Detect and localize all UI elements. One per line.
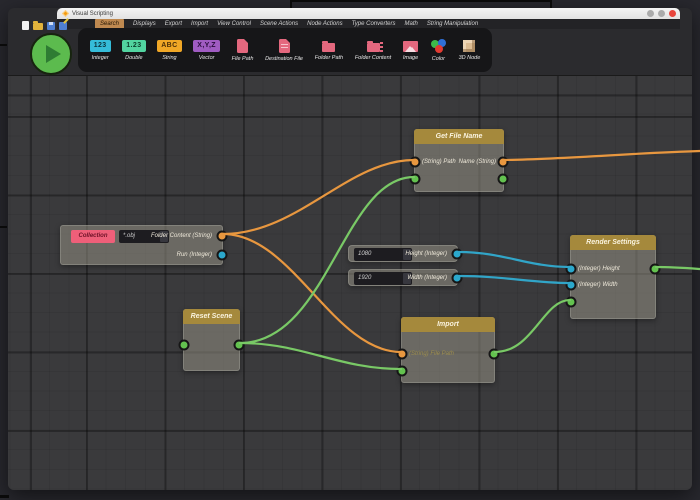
- port-label-folder-content: Folder Content (String): [150, 233, 212, 239]
- port-out-flow[interactable]: [488, 348, 500, 360]
- folder-content-icon: [366, 40, 383, 52]
- toolbar-item-folder-content[interactable]: Folder Content: [355, 40, 391, 61]
- collection-button[interactable]: Collection: [71, 230, 115, 243]
- window-title: Visual Scripting: [72, 10, 113, 17]
- image-icon: [403, 41, 419, 52]
- integer-badge-icon: 123: [89, 39, 111, 52]
- node-import[interactable]: Import (String) File Path: [396, 317, 500, 383]
- vector-badge-icon: X,Y,Z: [193, 39, 220, 52]
- toolbar-label: Double: [125, 54, 143, 61]
- close-dot[interactable]: [669, 10, 676, 17]
- minimize-dot[interactable]: [647, 10, 654, 17]
- toolbar-label: Folder Content: [354, 54, 392, 61]
- toolbar-item-folder-path[interactable]: Folder Path: [315, 40, 343, 61]
- port-out-folder-content[interactable]: [216, 230, 228, 242]
- toolbar-label: Integer: [91, 54, 109, 61]
- port-out-flow[interactable]: [497, 173, 509, 185]
- port-in-flow[interactable]: [396, 365, 408, 377]
- port-label-string-path: (String) Path: [422, 159, 456, 165]
- play-icon: [46, 45, 61, 63]
- width-value-input[interactable]: 1920: [354, 272, 412, 285]
- guide-mark-top: [290, 0, 552, 8]
- guide-mark-bottom: [0, 495, 9, 498]
- node-type-toolbar: 123 Integer 1.23 Double ABC String X,Y,Z…: [78, 28, 492, 72]
- port-out-flow[interactable]: [233, 339, 245, 351]
- node-render-settings[interactable]: Render Settings (Integer) Height (Intege…: [565, 235, 661, 319]
- destination-file-icon: [278, 38, 290, 53]
- node-title[interactable]: Get File Name: [414, 129, 504, 144]
- port-out-width[interactable]: [451, 272, 463, 284]
- save-as-icon[interactable]: [59, 22, 67, 30]
- app-logo-icon: [61, 9, 70, 18]
- toolbar-label: Folder Path: [314, 54, 344, 61]
- maximize-dot[interactable]: [658, 10, 665, 17]
- new-file-icon[interactable]: [22, 21, 29, 30]
- guide-mark-left-2: [0, 226, 7, 228]
- height-value-input[interactable]: 1080: [354, 248, 412, 261]
- cube-icon: [463, 40, 476, 52]
- toolbar-item-integer[interactable]: 123 Integer: [89, 39, 111, 61]
- toolbar-item-color[interactable]: Color: [430, 38, 447, 62]
- port-in-path[interactable]: [409, 156, 421, 168]
- toolbar-label: Destination File: [265, 55, 303, 62]
- toolbar-item-vector[interactable]: X,Y,Z Vector: [193, 39, 220, 61]
- port-out-run[interactable]: [216, 249, 228, 261]
- string-badge-icon: ABC: [157, 39, 182, 52]
- titlebar: Visual Scripting: [57, 8, 680, 19]
- folder-icon: [322, 40, 336, 52]
- port-label-width-integer: Width (Integer): [407, 275, 447, 281]
- node-title[interactable]: Import: [401, 317, 495, 332]
- toolbar-label: Image: [402, 55, 419, 61]
- toolbar-item-string[interactable]: ABC String: [157, 39, 182, 61]
- open-folder-icon[interactable]: [33, 21, 43, 30]
- port-in-file-path[interactable]: [396, 348, 408, 360]
- toolbar-item-destination-file[interactable]: Destination File: [265, 38, 303, 62]
- port-label-integer-height: (Integer) Height: [578, 266, 620, 272]
- port-label-name-string: Name (String): [458, 159, 496, 165]
- port-in-flow[interactable]: [565, 296, 577, 308]
- node-width-value[interactable]: 1920 Width (Integer): [348, 269, 463, 286]
- port-label-integer-width: (Integer) Width: [578, 282, 618, 288]
- node-graph-canvas[interactable]: Collection *.obj Folder Content (String)…: [8, 75, 692, 490]
- toolbar-label: Color: [431, 55, 445, 62]
- port-in-width[interactable]: [565, 279, 577, 291]
- file-icon: [237, 38, 249, 53]
- port-label-height-integer: Height (Integer): [405, 251, 447, 257]
- toolbar-label: String: [162, 54, 177, 61]
- node-height-value[interactable]: 1080 Height (Integer): [348, 245, 463, 262]
- toolbar-label: File Path: [231, 55, 254, 62]
- port-in-height[interactable]: [565, 263, 577, 275]
- double-badge-icon: 1.23: [122, 39, 146, 52]
- node-collection[interactable]: Collection *.obj Folder Content (String)…: [60, 225, 228, 265]
- visual-scripting-app: Visual Scripting Search Displays Export …: [0, 0, 700, 500]
- node-title[interactable]: Reset Scene: [183, 309, 240, 324]
- toolbar-item-image[interactable]: Image: [403, 39, 418, 61]
- port-out-name[interactable]: [497, 156, 509, 168]
- port-out-flow[interactable]: [649, 263, 661, 275]
- app-window: Visual Scripting Search Displays Export …: [8, 8, 692, 490]
- port-label-string-file-path: (String) File Path: [409, 351, 455, 357]
- node-title[interactable]: Render Settings: [570, 235, 656, 250]
- toolbar-item-3d-node[interactable]: 3D Node: [458, 39, 481, 61]
- port-label-run: Run (Integer): [176, 252, 212, 258]
- port-in-flow[interactable]: [178, 339, 190, 351]
- toolbar-item-file-path[interactable]: File Path: [231, 38, 254, 62]
- port-out-height[interactable]: [451, 248, 463, 260]
- toolbar-item-double[interactable]: 1.23 Double: [122, 39, 146, 61]
- toolbar-label: Vector: [198, 54, 215, 61]
- save-icon[interactable]: [47, 22, 55, 30]
- node-get-file-name[interactable]: Get File Name (String) Path Name (String…: [409, 129, 509, 192]
- port-in-flow[interactable]: [409, 173, 421, 185]
- run-play-button[interactable]: [30, 33, 72, 75]
- guide-mark-left-1: [0, 44, 7, 46]
- color-icon: [430, 38, 447, 53]
- toolbar-label: 3D Node: [458, 55, 481, 61]
- node-reset-scene[interactable]: Reset Scene: [178, 309, 245, 371]
